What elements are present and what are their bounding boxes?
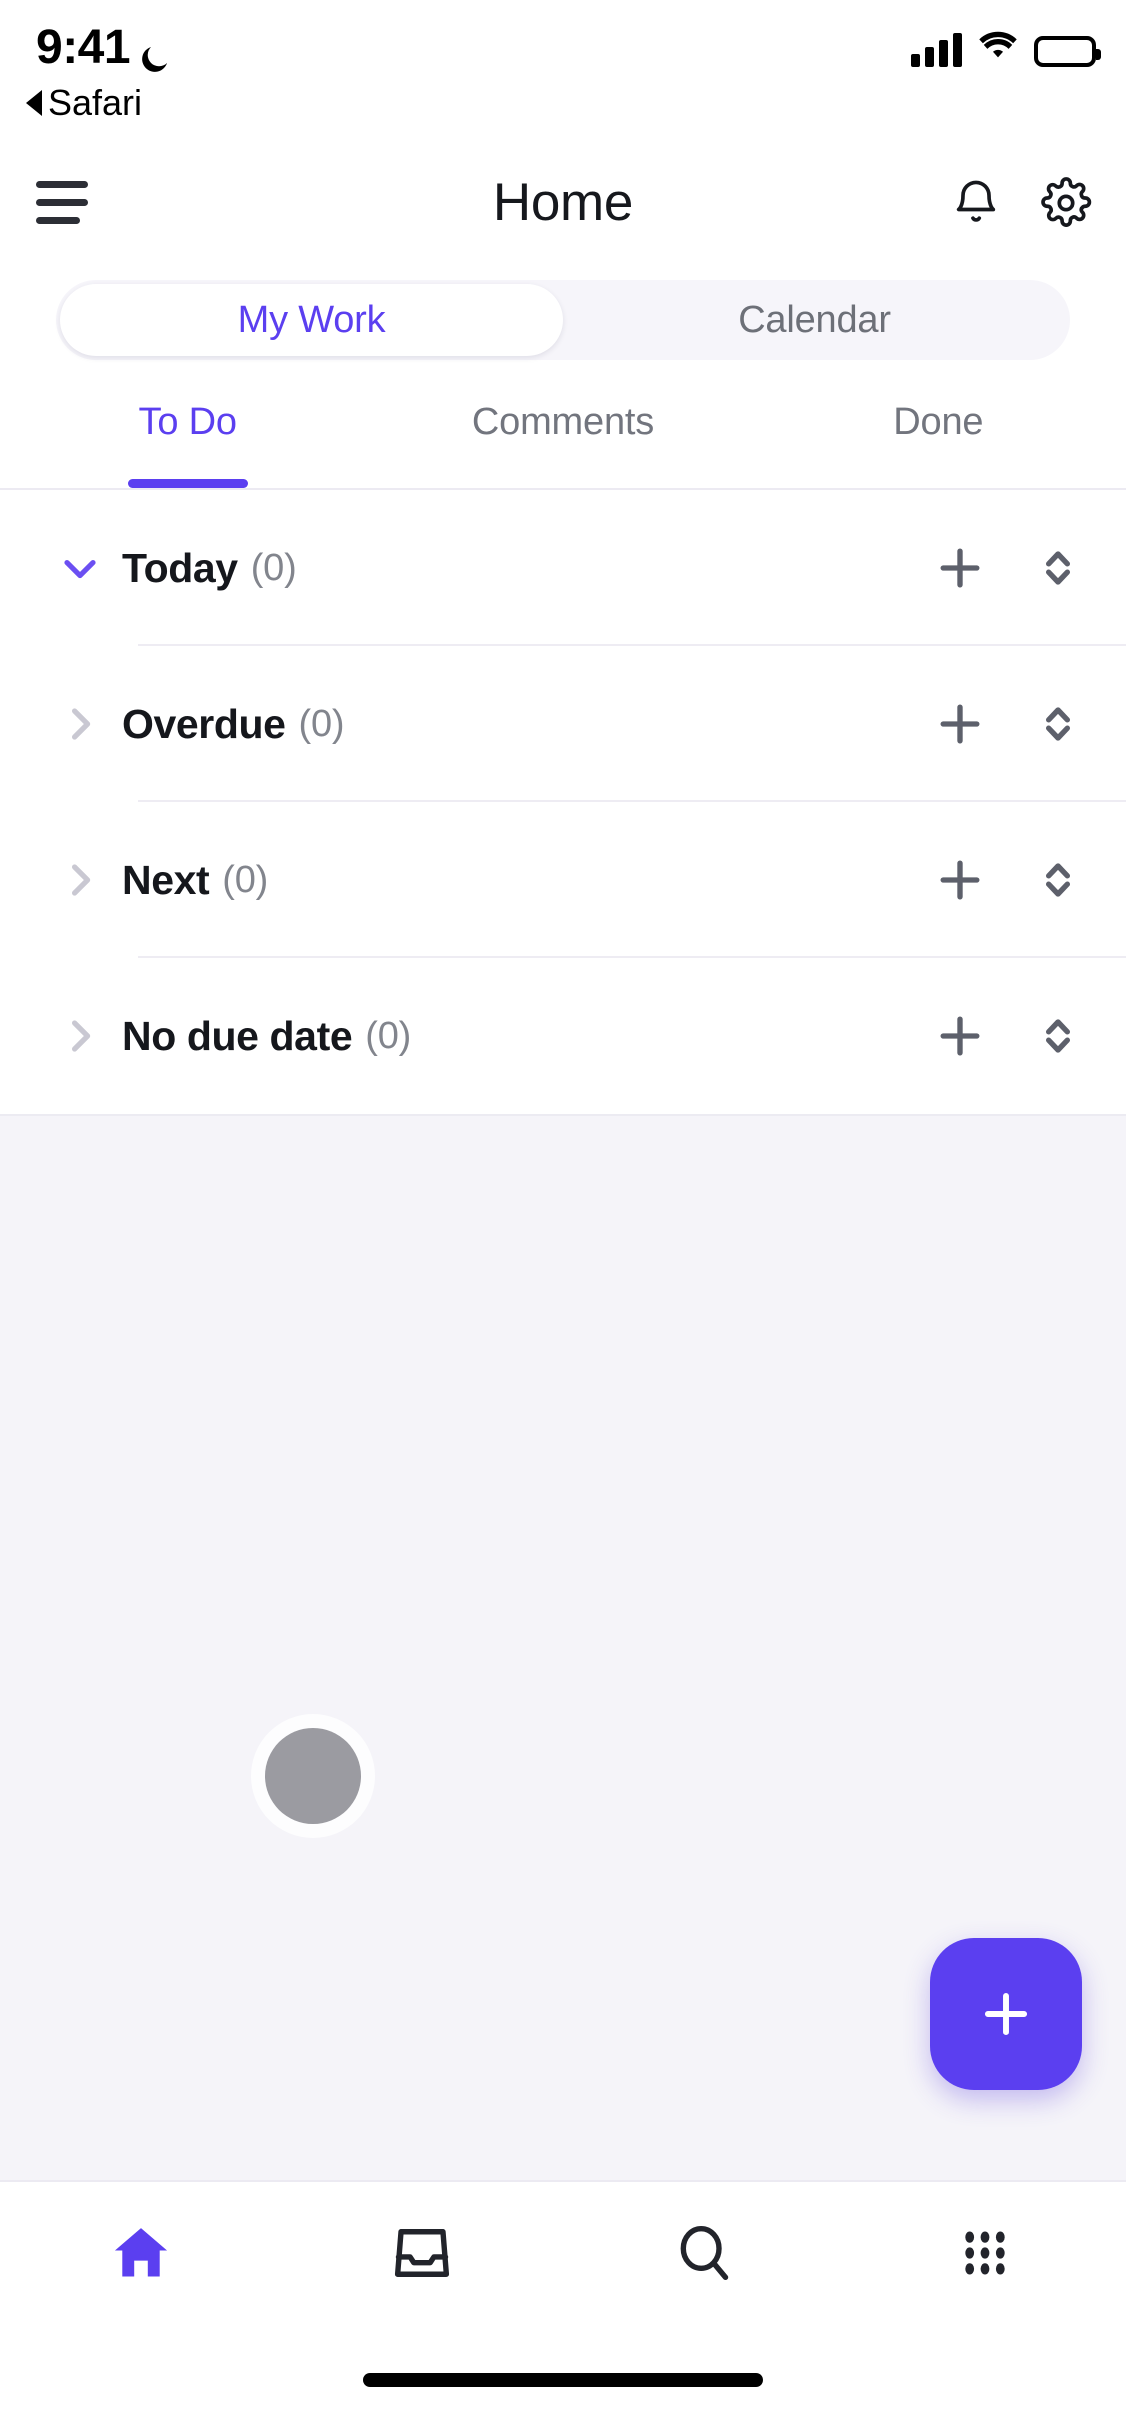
gear-icon[interactable] xyxy=(1040,176,1092,229)
section-row-today[interactable]: Today (0) xyxy=(0,490,1126,646)
plus-icon[interactable] xyxy=(932,852,988,908)
moon-icon xyxy=(138,33,172,72)
sort-chevrons-icon[interactable] xyxy=(1030,540,1086,596)
section-row-no-due-date[interactable]: No due date (0) xyxy=(0,958,1126,1114)
home-indicator[interactable] xyxy=(363,2373,763,2387)
tab-done[interactable]: Done xyxy=(751,389,1126,488)
tab-bar: To Do Comments Done xyxy=(0,375,1126,490)
tab-to-do-label: To Do xyxy=(138,401,237,443)
chevron-right-icon[interactable] xyxy=(52,852,108,908)
segmented-control-wrap: My Work Calendar xyxy=(0,265,1126,375)
back-app-label: Safari xyxy=(48,82,143,123)
sort-chevrons-icon[interactable] xyxy=(1030,852,1086,908)
app-header: Home xyxy=(0,140,1126,265)
home-icon xyxy=(114,2228,167,2277)
nav-item-search[interactable] xyxy=(563,2219,845,2287)
header-actions xyxy=(950,176,1092,229)
tab-comments-label: Comments xyxy=(471,401,655,443)
back-triangle-icon xyxy=(26,90,42,116)
chevron-right-icon[interactable] xyxy=(52,696,108,752)
section-count: (0) xyxy=(365,1014,412,1057)
plus-icon[interactable] xyxy=(932,540,988,596)
wifi-icon xyxy=(976,26,1020,67)
cellular-signal-icon xyxy=(911,33,962,67)
section-title: No due date xyxy=(122,1012,353,1059)
inbox-tray-icon xyxy=(395,2229,450,2277)
section-count: (0) xyxy=(250,546,297,589)
status-bar-time: 9:41 xyxy=(36,21,131,74)
chevron-right-icon[interactable] xyxy=(52,1008,108,1064)
section-count: (0) xyxy=(298,702,345,745)
plus-icon[interactable] xyxy=(932,1008,988,1064)
chevron-down-icon[interactable] xyxy=(52,540,108,596)
avatar-placeholder-icon xyxy=(265,1728,361,1824)
battery-icon xyxy=(1034,36,1101,67)
segment-my-work[interactable]: My Work xyxy=(60,284,563,356)
section-row-next[interactable]: Next (0) xyxy=(0,802,1126,958)
tab-comments[interactable]: Comments xyxy=(375,389,750,488)
status-bar: 9:41 Safari xyxy=(0,0,1126,140)
home-indicator-area xyxy=(0,2324,1126,2436)
tab-to-do[interactable]: To Do xyxy=(0,389,375,488)
nav-item-home[interactable] xyxy=(0,2219,282,2287)
segment-calendar[interactable]: Calendar xyxy=(563,284,1066,356)
grid-dots-icon xyxy=(965,2231,1005,2275)
section-title: Today xyxy=(122,544,238,591)
sort-chevrons-icon[interactable] xyxy=(1030,1008,1086,1064)
status-bar-indicators xyxy=(911,26,1101,67)
phone-screen: 9:41 Safari Home My Work Calendar To Do … xyxy=(0,0,1126,2436)
search-icon xyxy=(680,2225,728,2281)
bell-icon[interactable] xyxy=(950,177,1002,229)
back-to-safari-link[interactable]: Safari xyxy=(26,82,142,124)
segmented-control: My Work Calendar xyxy=(56,280,1070,360)
section-title: Next xyxy=(122,856,210,903)
nav-item-apps[interactable] xyxy=(845,2219,1126,2287)
empty-content-area xyxy=(0,1114,1126,2180)
bottom-navigation-bar xyxy=(0,2180,1126,2324)
section-count: (0) xyxy=(222,858,269,901)
tab-active-underline xyxy=(127,479,248,488)
section-row-overdue[interactable]: Overdue (0) xyxy=(0,646,1126,802)
create-task-fab[interactable] xyxy=(930,1938,1082,2090)
sort-chevrons-icon[interactable] xyxy=(1030,696,1086,752)
plus-icon[interactable] xyxy=(932,696,988,752)
status-bar-time-group: 9:41 xyxy=(36,20,172,75)
section-title: Overdue xyxy=(122,700,286,747)
task-section-list: Today (0) Overdue (0) Next (0) No due da… xyxy=(0,490,1126,1114)
nav-item-inbox[interactable] xyxy=(282,2219,564,2287)
tab-done-label: Done xyxy=(893,401,984,443)
